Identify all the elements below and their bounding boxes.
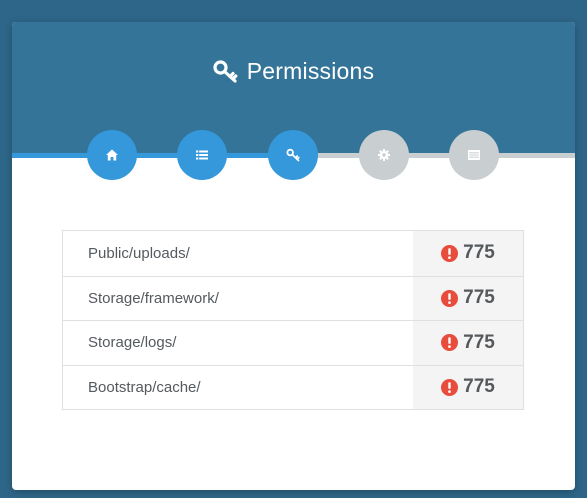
permission-value-text: 775	[463, 287, 495, 309]
server-icon	[468, 150, 480, 160]
key-icon	[213, 60, 238, 83]
permission-value: 775	[413, 321, 523, 365]
alert-circle-icon	[441, 244, 459, 262]
progress-bar-remaining	[293, 153, 575, 158]
permission-path: Storage/framework/	[63, 276, 413, 320]
alert-circle-icon	[441, 334, 459, 352]
table-row: Public/uploads/ 775	[63, 231, 523, 276]
permission-value: 775	[413, 276, 523, 320]
page-title-text: Permissions	[246, 58, 375, 84]
step-permissions[interactable]	[268, 130, 318, 180]
permissions-table: Public/uploads/ 775 Storage/framework/ 7…	[62, 230, 524, 410]
permission-path: Public/uploads/	[63, 231, 413, 276]
home-icon	[106, 149, 118, 161]
alert-circle-icon	[441, 378, 459, 396]
step-environment[interactable]	[359, 130, 409, 180]
list-icon	[196, 150, 208, 160]
alert-circle-icon	[441, 289, 459, 307]
permission-value: 775	[413, 365, 523, 409]
permission-value: 775	[413, 231, 523, 276]
table-row: Bootstrap/cache/ 775	[63, 364, 523, 409]
key-icon	[286, 148, 300, 162]
gear-icon	[378, 149, 390, 161]
step-finish[interactable]	[449, 130, 499, 180]
permission-path: Storage/logs/	[63, 321, 413, 365]
permission-value-text: 775	[463, 331, 495, 353]
permission-value-text: 775	[463, 376, 495, 398]
table-row: Storage/framework/ 775	[63, 275, 523, 320]
installer-card: Permissions Public/uploads/ 775 Storage/…	[12, 22, 575, 490]
table-row: Storage/logs/ 775	[63, 320, 523, 365]
step-requirements[interactable]	[177, 130, 227, 180]
progress-bar-complete	[12, 153, 293, 158]
step-welcome[interactable]	[87, 130, 137, 180]
permission-path: Bootstrap/cache/	[63, 365, 413, 409]
permission-value-text: 775	[463, 242, 495, 264]
page-title: Permissions	[12, 58, 575, 85]
